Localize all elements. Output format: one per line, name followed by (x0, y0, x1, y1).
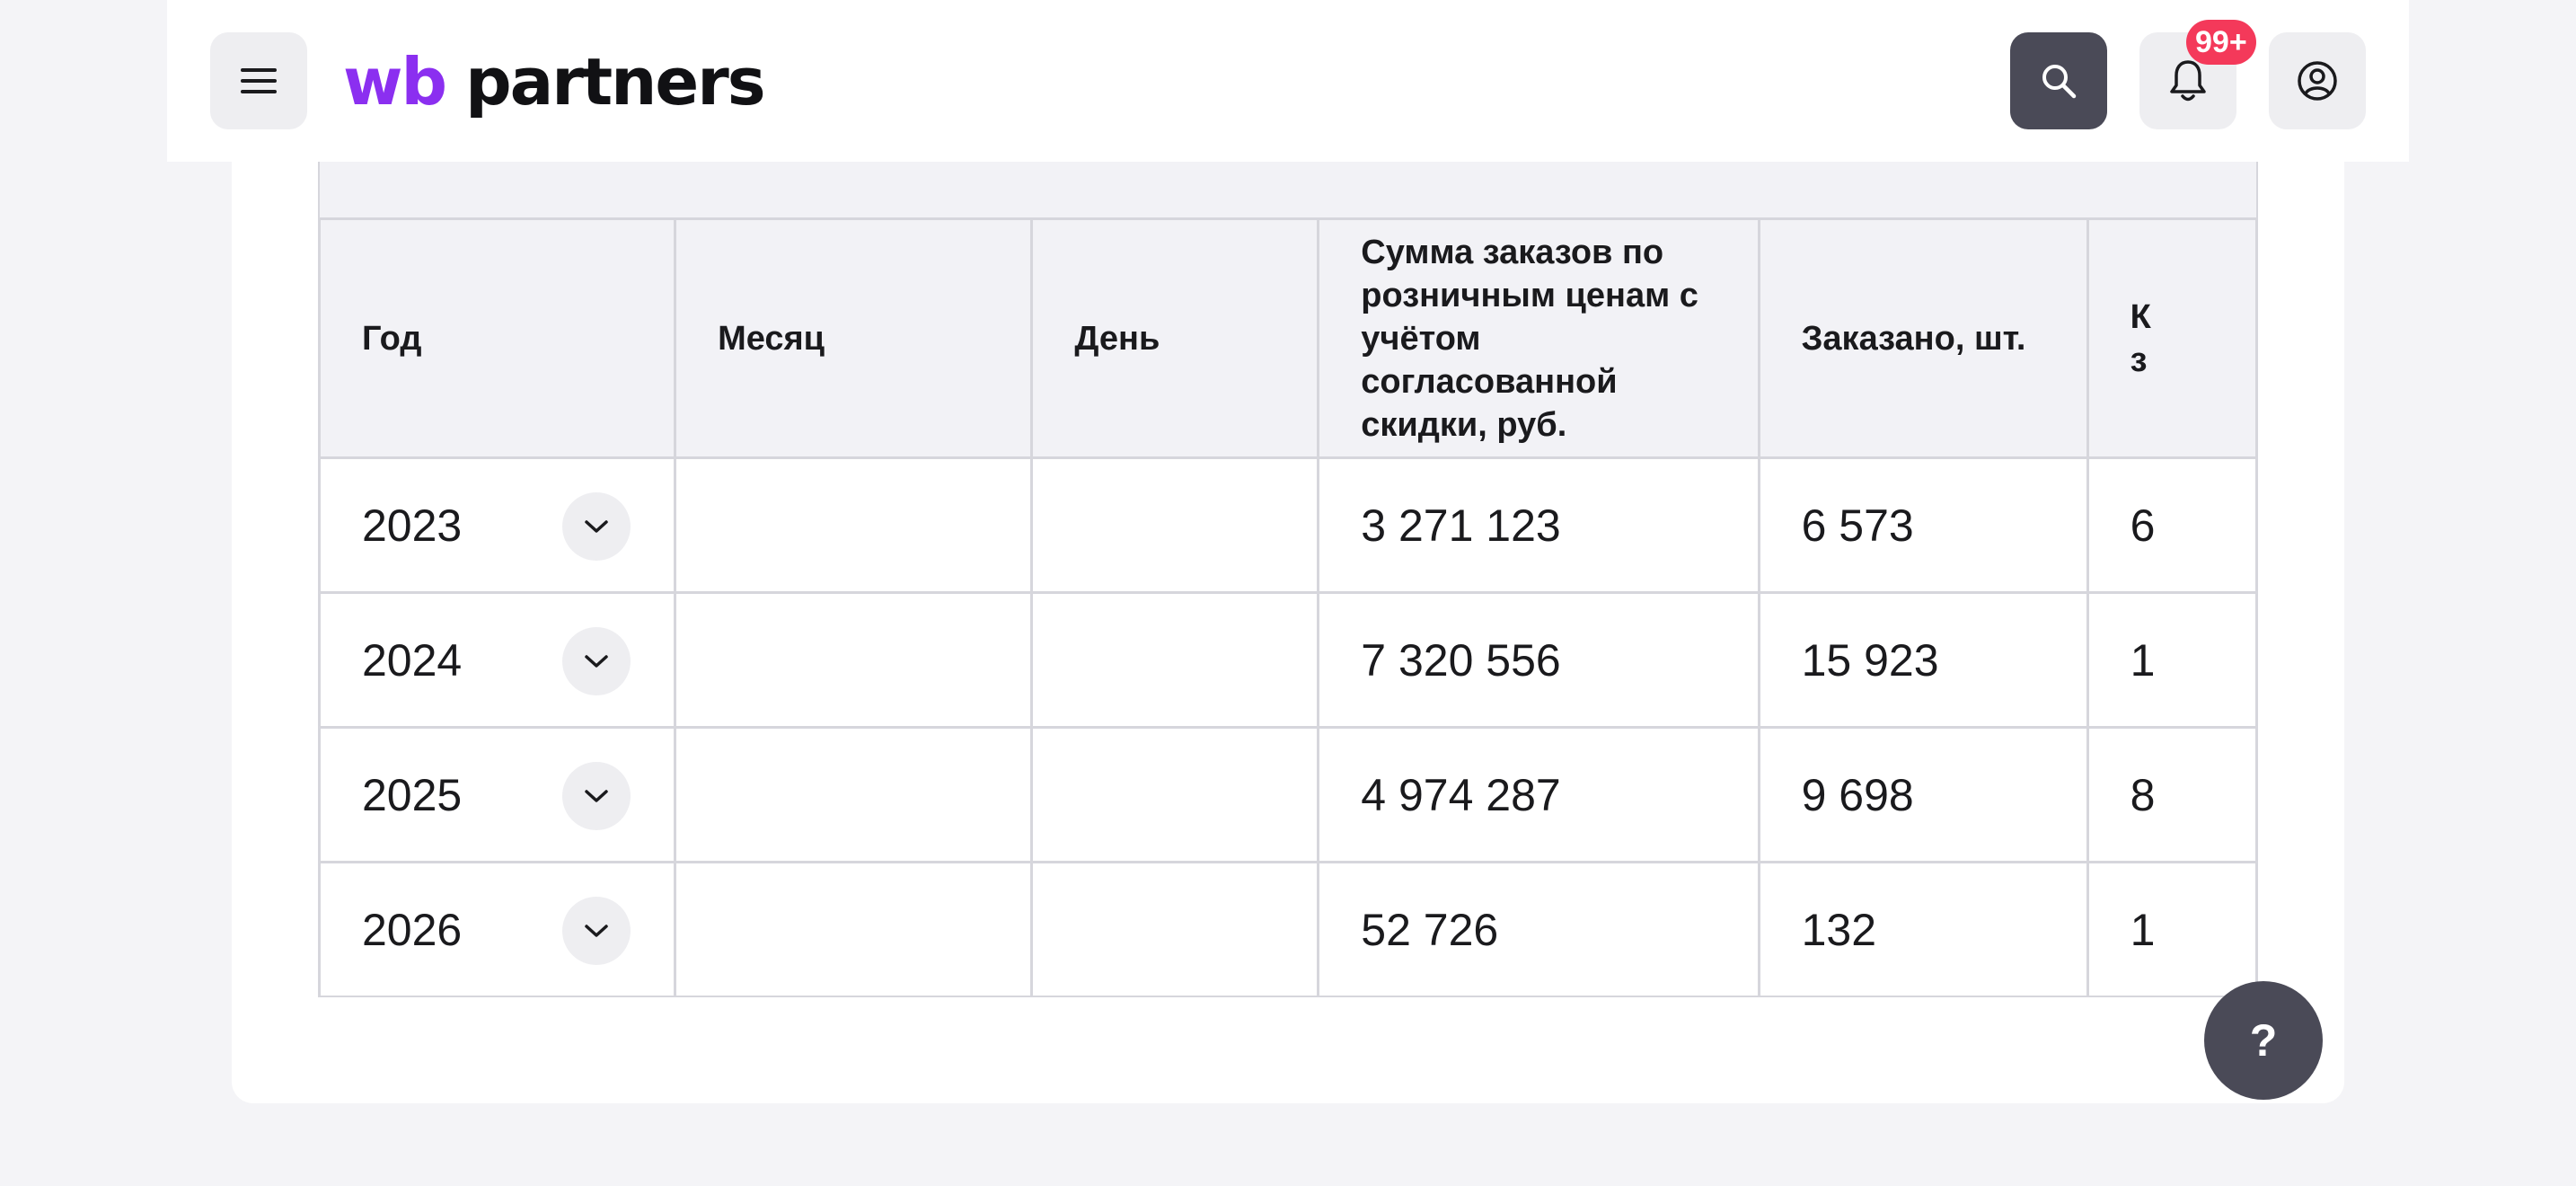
wb-partners-logo[interactable]: wb partners (343, 41, 766, 122)
table-row: 2024 7 320 556 15 923 1 (318, 591, 2258, 729)
user-icon (2298, 61, 2337, 101)
year-value: 2026 (362, 904, 463, 955)
ordered-qty-cell: 9 698 (1757, 726, 2089, 863)
bell-icon (2170, 60, 2206, 102)
column-header-day[interactable]: День (1030, 217, 1320, 459)
column-header-year[interactable]: Год (318, 217, 677, 459)
chevron-down-icon (585, 655, 608, 668)
day-cell (1030, 456, 1320, 594)
order-sum-cell: 52 726 (1317, 861, 1760, 997)
table-row: 2025 4 974 287 9 698 8 (318, 726, 2258, 863)
expand-year-button[interactable] (562, 492, 631, 561)
column-header-order-sum[interactable]: Сумма заказов по розничным ценам с учёто… (1317, 217, 1760, 459)
search-button[interactable] (2010, 32, 2107, 129)
truncated-cell: 8 (2086, 726, 2258, 863)
logo-wb-text: wb (343, 44, 447, 119)
day-cell (1030, 726, 1320, 863)
hamburger-menu-icon (241, 68, 277, 93)
help-label: ? (2249, 1015, 2278, 1066)
order-sum-cell: 4 974 287 (1317, 726, 1760, 863)
month-cell (674, 456, 1034, 594)
expand-year-button[interactable] (562, 762, 631, 830)
order-sum-cell: 7 320 556 (1317, 591, 1760, 729)
order-sum-cell: 3 271 123 (1317, 456, 1760, 594)
chevron-down-icon (585, 925, 608, 937)
day-cell (1030, 591, 1320, 729)
year-cell: 2025 (318, 726, 677, 863)
profile-button[interactable] (2269, 32, 2366, 129)
day-cell (1030, 861, 1320, 997)
ordered-qty-cell: 132 (1757, 861, 2089, 997)
table-row: 2023 3 271 123 6 573 6 (318, 456, 2258, 594)
menu-button[interactable] (210, 32, 307, 129)
ordered-qty-cell: 6 573 (1757, 456, 2089, 594)
expand-year-button[interactable] (562, 627, 631, 695)
help-button[interactable]: ? (2204, 981, 2323, 1100)
truncated-cell: 6 (2086, 456, 2258, 594)
orders-table-container: Год Месяц День Сумма заказов по розничны… (318, 135, 2258, 997)
year-value: 2024 (362, 634, 463, 686)
column-header-truncated-line2: з (2130, 341, 2148, 379)
column-header-month[interactable]: Месяц (674, 217, 1034, 459)
year-cell: 2026 (318, 861, 677, 997)
column-header-truncated-line1: К (2130, 297, 2151, 336)
month-cell (674, 591, 1034, 729)
year-value: 2025 (362, 769, 463, 820)
search-icon (2042, 65, 2077, 99)
truncated-cell: 1 (2086, 591, 2258, 729)
truncated-cell: 1 (2086, 861, 2258, 997)
month-cell (674, 726, 1034, 863)
logo-partners-text: partners (465, 44, 766, 119)
year-cell: 2023 (318, 456, 677, 594)
year-cell: 2024 (318, 591, 677, 729)
chevron-down-icon (585, 520, 608, 533)
year-value: 2023 (362, 500, 463, 551)
month-cell (674, 861, 1034, 997)
chevron-down-icon (585, 790, 608, 802)
table-row: 2026 52 726 132 1 (318, 861, 2258, 997)
notifications-badge: 99+ (2186, 20, 2256, 65)
column-header-truncated[interactable]: Кз (2086, 217, 2258, 459)
table-header-row: Год Месяц День Сумма заказов по розничны… (318, 217, 2258, 459)
orders-table: Год Месяц День Сумма заказов по розничны… (318, 217, 2258, 997)
expand-year-button[interactable] (562, 897, 631, 965)
column-header-ordered-qty[interactable]: Заказано, шт. (1757, 217, 2089, 459)
ordered-qty-cell: 15 923 (1757, 591, 2089, 729)
